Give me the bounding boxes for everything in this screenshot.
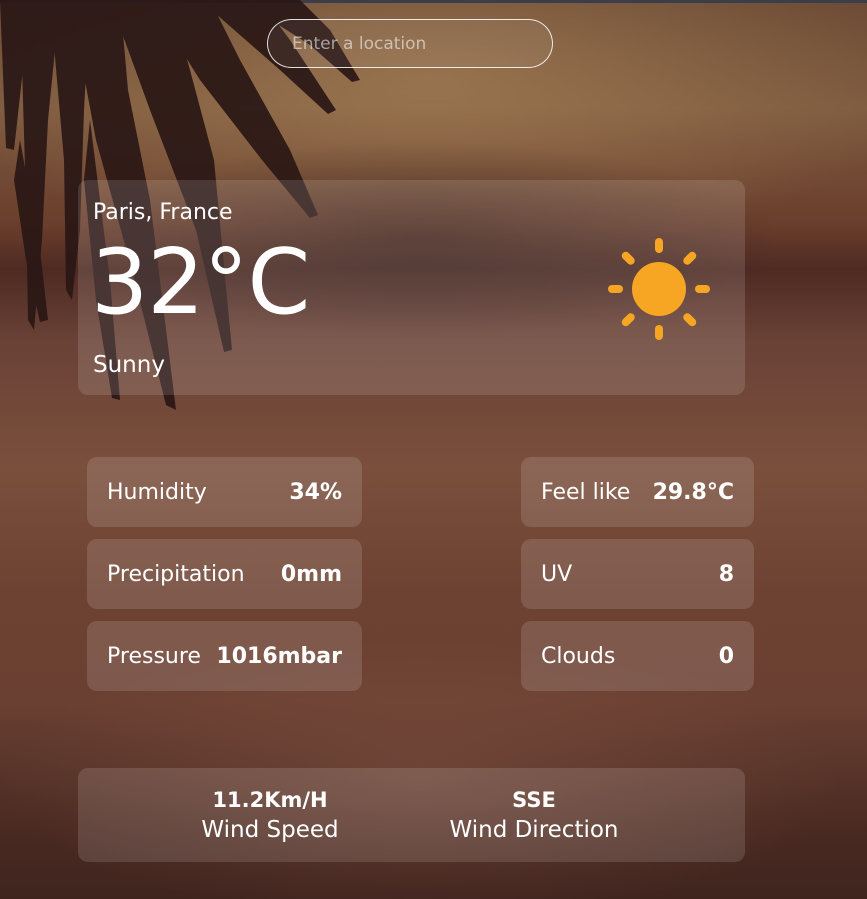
- stat-value: 0mm: [280, 561, 342, 587]
- location-search-input[interactable]: [267, 19, 553, 68]
- wind-speed-value: 11.2Km/H: [212, 788, 328, 812]
- stat-pressure: Pressure 1016mbar: [87, 621, 362, 691]
- stat-uv: UV 8: [521, 539, 754, 609]
- wind-speed-block: 11.2Km/H Wind Speed: [190, 786, 350, 846]
- wind-speed-label: Wind Speed: [201, 817, 339, 843]
- stat-value: 8: [718, 561, 734, 587]
- stat-feel-like: Feel like 29.8°C: [521, 457, 754, 527]
- wind-direction-value: SSE: [512, 788, 556, 812]
- stat-precipitation: Precipitation 0mm: [87, 539, 362, 609]
- stat-value: 1016mbar: [216, 643, 342, 669]
- stat-label: UV: [541, 561, 573, 587]
- stat-label: Feel like: [541, 479, 631, 505]
- wind-card: 11.2Km/H Wind Speed SSE Wind Direction: [78, 768, 745, 862]
- weather-condition: Sunny: [93, 352, 165, 378]
- stat-humidity: Humidity 34%: [87, 457, 362, 527]
- location-name: Paris, France: [93, 200, 233, 225]
- stat-clouds: Clouds 0: [521, 621, 754, 691]
- stat-value: 29.8°C: [652, 479, 734, 505]
- stat-value: 0: [718, 643, 734, 669]
- current-weather-card: Paris, France 32°C Sunny: [78, 180, 745, 395]
- temperature-value: 32°C: [91, 230, 310, 335]
- stat-label: Clouds: [541, 643, 616, 669]
- stat-label: Precipitation: [107, 561, 245, 587]
- stat-value: 34%: [289, 479, 342, 505]
- sun-icon: [608, 238, 710, 340]
- stat-label: Pressure: [107, 643, 201, 669]
- wind-direction-block: SSE Wind Direction: [439, 786, 629, 846]
- stat-label: Humidity: [107, 479, 207, 505]
- wind-direction-label: Wind Direction: [449, 817, 619, 843]
